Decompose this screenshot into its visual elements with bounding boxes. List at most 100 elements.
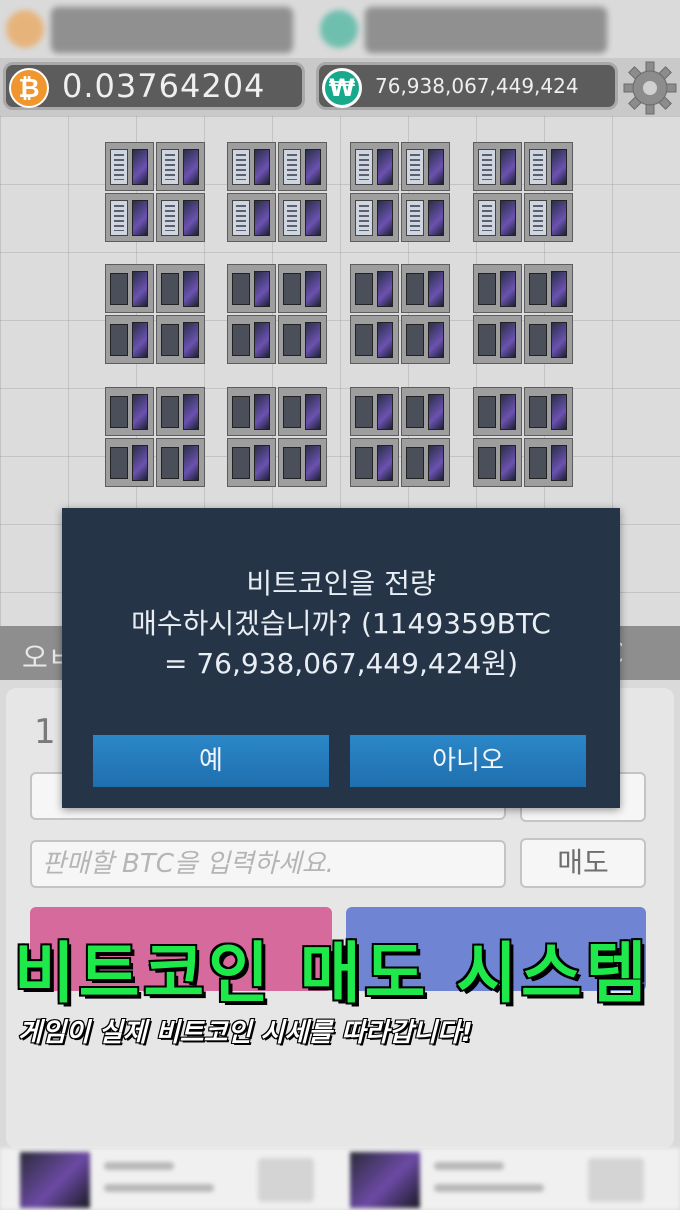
rack-screen bbox=[132, 149, 148, 185]
rack-screen bbox=[305, 445, 321, 481]
confirm-dialog: 비트코인을 전량 매수하시겠습니까? (1149359BTC = 76,938,… bbox=[62, 508, 620, 808]
rack-panel bbox=[529, 200, 547, 236]
rack-unit bbox=[105, 387, 154, 436]
rack-unit bbox=[227, 142, 276, 191]
rack-screen bbox=[551, 149, 567, 185]
rack-unit bbox=[401, 315, 450, 364]
rack-panel bbox=[355, 149, 373, 185]
item-thumbnail bbox=[350, 1152, 420, 1208]
mining-rig-open-cabinet[interactable] bbox=[473, 264, 573, 364]
mining-rig-open-cabinet[interactable] bbox=[227, 264, 327, 364]
rack-panel bbox=[355, 273, 373, 305]
rack-screen bbox=[428, 200, 444, 236]
rack-screen bbox=[254, 394, 270, 430]
bottom-item-strip bbox=[0, 1148, 680, 1210]
rack-unit bbox=[156, 438, 205, 487]
rack-screen bbox=[132, 394, 148, 430]
rack-panel bbox=[110, 447, 128, 479]
mining-rig-open-cabinet[interactable] bbox=[350, 264, 450, 364]
panel-count: 1 bbox=[34, 712, 56, 752]
rack-unit bbox=[524, 193, 573, 242]
rack-unit bbox=[401, 142, 450, 191]
rack-panel bbox=[161, 447, 179, 479]
rack-screen bbox=[183, 445, 199, 481]
rack-screen bbox=[428, 445, 444, 481]
rack-unit bbox=[524, 264, 573, 313]
rack-panel bbox=[406, 447, 424, 479]
krw-balance: 76,938,067,449,424 bbox=[375, 74, 579, 98]
rack-screen bbox=[500, 394, 516, 430]
rack-unit bbox=[473, 264, 522, 313]
rack-unit bbox=[278, 438, 327, 487]
rack-panel bbox=[110, 396, 128, 428]
rack-screen bbox=[551, 394, 567, 430]
sell-button[interactable]: 매도 bbox=[520, 838, 646, 888]
rack-screen bbox=[500, 200, 516, 236]
rack-panel bbox=[478, 200, 496, 236]
mining-rig-server-rack[interactable] bbox=[350, 142, 450, 242]
rack-screen bbox=[132, 200, 148, 236]
mining-rig-server-rack[interactable] bbox=[227, 142, 327, 242]
gear-icon[interactable] bbox=[622, 60, 678, 116]
rack-panel bbox=[161, 200, 179, 236]
rack-panel bbox=[161, 149, 179, 185]
ghost-top-bar bbox=[0, 0, 680, 58]
mining-rig-server-rack[interactable] bbox=[473, 142, 573, 242]
rack-unit bbox=[227, 193, 276, 242]
rack-screen bbox=[305, 200, 321, 236]
rack-panel bbox=[529, 149, 547, 185]
rack-screen bbox=[377, 271, 393, 307]
item-button[interactable] bbox=[588, 1158, 644, 1202]
rack-panel bbox=[406, 273, 424, 305]
rack-panel bbox=[283, 324, 301, 356]
rack-screen bbox=[428, 322, 444, 358]
rack-panel bbox=[110, 273, 128, 305]
rack-unit bbox=[227, 264, 276, 313]
rack-panel bbox=[355, 447, 373, 479]
rack-screen bbox=[377, 445, 393, 481]
rack-unit bbox=[156, 387, 205, 436]
rack-unit bbox=[350, 193, 399, 242]
rack-panel bbox=[529, 447, 547, 479]
rack-unit bbox=[105, 193, 154, 242]
mining-rig-mining-rig[interactable] bbox=[227, 387, 327, 487]
dialog-line-1: 비트코인을 전량 bbox=[246, 567, 436, 600]
rack-screen bbox=[183, 200, 199, 236]
item-button[interactable] bbox=[258, 1158, 314, 1202]
no-button[interactable]: 아니오 bbox=[350, 735, 586, 787]
mining-rig-mining-rig[interactable] bbox=[105, 387, 205, 487]
yes-button[interactable]: 예 bbox=[93, 735, 329, 787]
rack-unit bbox=[156, 142, 205, 191]
rack-panel bbox=[406, 200, 424, 236]
rack-panel bbox=[529, 324, 547, 356]
rack-screen bbox=[428, 394, 444, 430]
ghost-pill bbox=[50, 6, 294, 54]
item-line bbox=[434, 1162, 504, 1170]
mining-rig-mining-rig[interactable] bbox=[350, 387, 450, 487]
rack-panel bbox=[355, 396, 373, 428]
rack-unit bbox=[156, 315, 205, 364]
rack-panel bbox=[283, 396, 301, 428]
rack-panel bbox=[406, 396, 424, 428]
rack-unit bbox=[350, 387, 399, 436]
rack-unit bbox=[524, 438, 573, 487]
rack-unit bbox=[278, 193, 327, 242]
rack-screen bbox=[500, 322, 516, 358]
sell-input[interactable]: 판매할 BTC을 입력하세요. bbox=[30, 840, 506, 888]
mining-rig-mining-rig[interactable] bbox=[473, 387, 573, 487]
rack-panel bbox=[283, 200, 301, 236]
item-line bbox=[434, 1184, 544, 1192]
rack-panel bbox=[529, 273, 547, 305]
rack-screen bbox=[377, 200, 393, 236]
rack-panel bbox=[232, 447, 250, 479]
rack-screen bbox=[254, 149, 270, 185]
rack-screen bbox=[183, 271, 199, 307]
rack-unit bbox=[473, 193, 522, 242]
dialog-line-3: = 76,938,067,449,424원) bbox=[163, 647, 519, 680]
rack-unit bbox=[278, 387, 327, 436]
rack-panel bbox=[529, 396, 547, 428]
mining-rig-open-cabinet[interactable] bbox=[105, 264, 205, 364]
rack-screen bbox=[305, 322, 321, 358]
rack-screen bbox=[254, 271, 270, 307]
mining-rig-server-rack[interactable] bbox=[105, 142, 205, 242]
